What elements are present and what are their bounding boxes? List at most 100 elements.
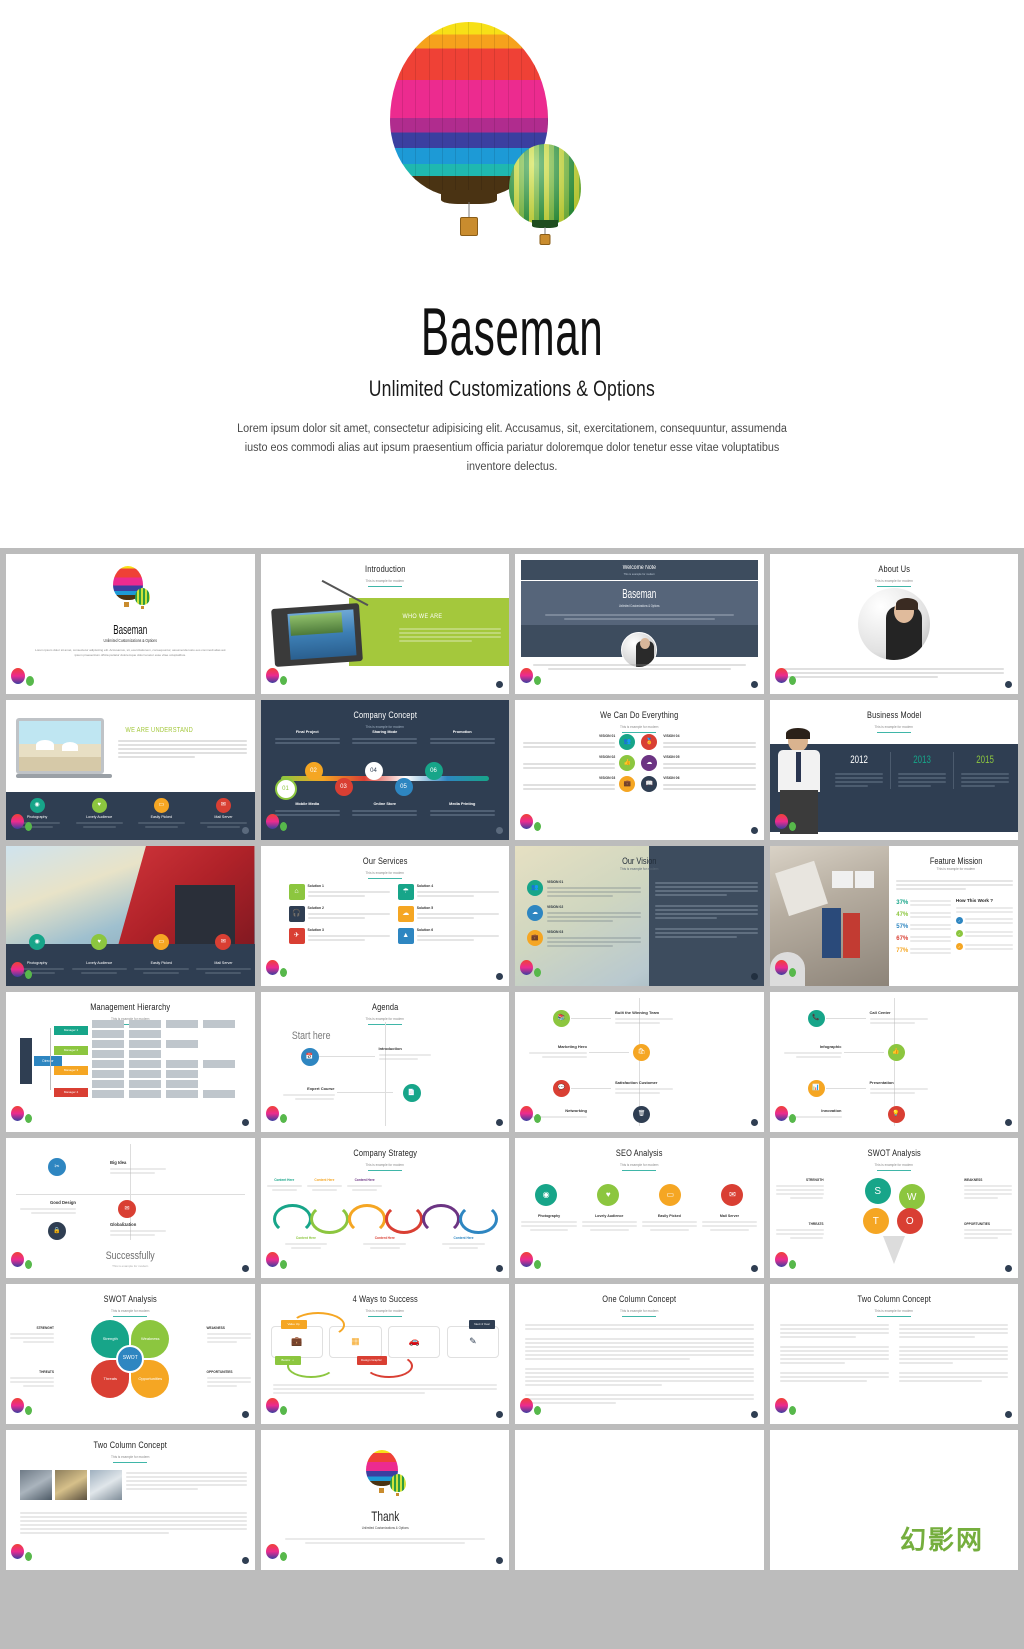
- thumb-subheading: This is example for modern: [365, 578, 404, 583]
- calendar-icon: 📅: [300, 1048, 319, 1066]
- tools-icon: ✂: [48, 1158, 66, 1176]
- node-director: Director: [34, 1056, 62, 1066]
- thumb-heading: Company Concept: [352, 710, 417, 720]
- mini-balloon-icon: [520, 1252, 546, 1274]
- vision-label: VISION 03: [547, 930, 564, 935]
- page-badge: [496, 973, 503, 980]
- vision-label: VISION 06: [663, 776, 680, 781]
- thumb-heading: One Column Concept: [602, 1294, 677, 1304]
- thumb-heading: Two Column Concept: [856, 1294, 931, 1304]
- thumb-swot-petals[interactable]: SWOT Analysis This is example for modern…: [6, 1284, 255, 1424]
- swot-petals: Strength Weakness Threats Opportunities …: [91, 1320, 170, 1398]
- thumb-seo-analysis[interactable]: SEO Analysis This is example for modern …: [515, 1138, 764, 1278]
- mini-balloon-icon: [774, 668, 801, 690]
- mini-balloon-icon: [11, 1544, 37, 1566]
- thumb-one-column-concept[interactable]: One Column Concept This is example for m…: [515, 1284, 764, 1424]
- thumb-build-winning-team[interactable]: 📚 Built the Winning Team Marketing Hero …: [515, 992, 764, 1132]
- vision-label: VISION 02: [547, 905, 564, 910]
- cloud-icon: ☁: [527, 905, 543, 922]
- page-badge: [241, 1411, 249, 1418]
- thumb-introduction[interactable]: Introduction This is example for modern …: [260, 554, 509, 694]
- check-icon: ✓: [955, 917, 963, 925]
- swot-label: OPPORTUNITIES: [206, 1370, 233, 1374]
- thumb-four-ways-to-success[interactable]: 4 Ways to Success This is example for mo…: [260, 1284, 509, 1424]
- mini-balloon-icon: [774, 1398, 801, 1420]
- swot-label: WEAKNESS: [964, 1178, 983, 1182]
- thumb-blank-a[interactable]: [515, 1430, 764, 1570]
- thumb-we-are-understand[interactable]: WE ARE UNDERSTAND ◉ Photography ♥ Lovely…: [6, 700, 255, 840]
- stylus-icon: [321, 579, 368, 607]
- swot-w: W: [898, 1184, 925, 1210]
- lock-icon: 🔒: [48, 1222, 66, 1240]
- swot-label: THREATS: [39, 1370, 54, 1374]
- thumb-heading: Company Strategy: [352, 1148, 417, 1158]
- thumb-our-vision[interactable]: Our Vision This is example for modern 👥 …: [515, 846, 764, 986]
- cloud-icon: ☁: [641, 755, 658, 771]
- swot-label: OPPORTUNITIES: [964, 1222, 991, 1226]
- page-badge: [496, 1557, 503, 1564]
- thumb-subheading: This is example for modern: [874, 1162, 913, 1167]
- column-label: Content Here: [314, 1178, 335, 1182]
- step-02: 02: [304, 762, 323, 780]
- thumb-welcome-note[interactable]: Welcome Note This is example for modern …: [515, 554, 764, 694]
- thumb-two-column-images[interactable]: Two Column Concept This is example for m…: [6, 1430, 255, 1570]
- column-label: Content Here: [274, 1178, 295, 1182]
- welcome-band-mid: Baseman Unlimited Customizations & Optio…: [521, 581, 758, 625]
- thumb-company-concept[interactable]: Company Concept This is example for mode…: [260, 700, 509, 840]
- thumb-two-column-concept[interactable]: Two Column Concept This is example for m…: [769, 1284, 1018, 1424]
- item-label: Globalization: [110, 1222, 137, 1227]
- thumb-we-can-do-everything[interactable]: We Can Do Everything This is example for…: [515, 700, 764, 840]
- thumb-our-services[interactable]: Our Services This is example for modern …: [260, 846, 509, 986]
- green-panel: WHO WE ARE: [348, 598, 509, 666]
- thumb-company-strategy[interactable]: Company Strategy This is example for mod…: [260, 1138, 509, 1278]
- column-label: Content Here: [453, 1236, 474, 1240]
- thumb-subheading: This is example for modern: [111, 1308, 150, 1313]
- page-badge: [1005, 681, 1012, 688]
- feature-label: Mail Server: [214, 960, 233, 965]
- node-manager-3: Manager 3: [54, 1066, 88, 1075]
- step-chain: 01 02 03 04 05 06: [274, 762, 496, 800]
- hero-balloon-artwork: [382, 22, 642, 292]
- pencil-icon: ✎: [446, 1326, 499, 1358]
- thumb-heading: Two Column Concept: [93, 1440, 167, 1450]
- page-badge: [241, 1557, 249, 1564]
- thumb-title-body: Lorem ipsum dolor sit amet, consectetur …: [35, 648, 226, 657]
- thumb-agenda[interactable]: Agenda This is example for modern Start …: [260, 992, 509, 1132]
- side-heading: How This Work ?: [955, 898, 994, 903]
- monitor-icon: ▭: [659, 1184, 682, 1206]
- step-05: 05: [394, 778, 413, 796]
- thumb-photo-features[interactable]: ◉ ♥ ▭ ✉ Photography Lovely Audience Easi…: [6, 846, 255, 986]
- phone-icon: 📞: [807, 1010, 825, 1027]
- step-03: 03: [334, 778, 353, 796]
- thumb-management-hierarchy[interactable]: Management Hierarchy This is example for…: [6, 992, 255, 1132]
- divider: [876, 1170, 911, 1172]
- thumb-call-center[interactable]: 📞 Call Center Infographic 👍 📊 Presentati…: [769, 992, 1018, 1132]
- thumb-about-us[interactable]: About Us This is example for modern: [769, 554, 1018, 694]
- item-label: Presentation: [869, 1080, 894, 1085]
- thumb-thank-you[interactable]: Thank Unlimited Customizations & Options: [260, 1430, 509, 1570]
- concept-label: Online Store: [373, 802, 397, 806]
- thumb-swot-circles[interactable]: SWOT Analysis This is example for modern…: [769, 1138, 1018, 1278]
- step-01: 01: [274, 778, 297, 800]
- page-badge: [750, 1265, 758, 1272]
- page-badge: [750, 1119, 758, 1126]
- vision-label: VISION 02: [599, 755, 616, 760]
- heart-icon: ♥: [91, 934, 108, 950]
- mini-balloon-icon: [265, 960, 292, 982]
- start-label: Start here: [291, 1030, 330, 1042]
- thumb-subheading: This is example for modern: [365, 1308, 404, 1313]
- thumb-heading: Welcome Note: [622, 565, 656, 571]
- vision-label: VISION 03: [599, 776, 616, 781]
- thumb-subheading: This is example for modern: [365, 870, 404, 875]
- mini-balloon-icon: [265, 1398, 292, 1420]
- thumb-business-model[interactable]: Business Model This is example for moder…: [769, 700, 1018, 840]
- rocket-icon: ✈: [288, 928, 305, 944]
- item-label: Built the Winning Team: [615, 1010, 660, 1015]
- thumb-feature-mission[interactable]: Feature Mission This is example for mode…: [769, 846, 1018, 986]
- thumb-heading: SEO Analysis: [615, 1148, 663, 1158]
- mail-icon: ✉: [118, 1200, 136, 1218]
- mini-balloon-icon: [520, 668, 546, 690]
- briefcase-icon: 💼: [527, 930, 543, 947]
- thumb-successfully[interactable]: ✂ Big Idea Good Design ✉ 🔒 Globalization…: [6, 1138, 255, 1278]
- thumb-title-slide[interactable]: Baseman Unlimited Customizations & Optio…: [6, 554, 255, 694]
